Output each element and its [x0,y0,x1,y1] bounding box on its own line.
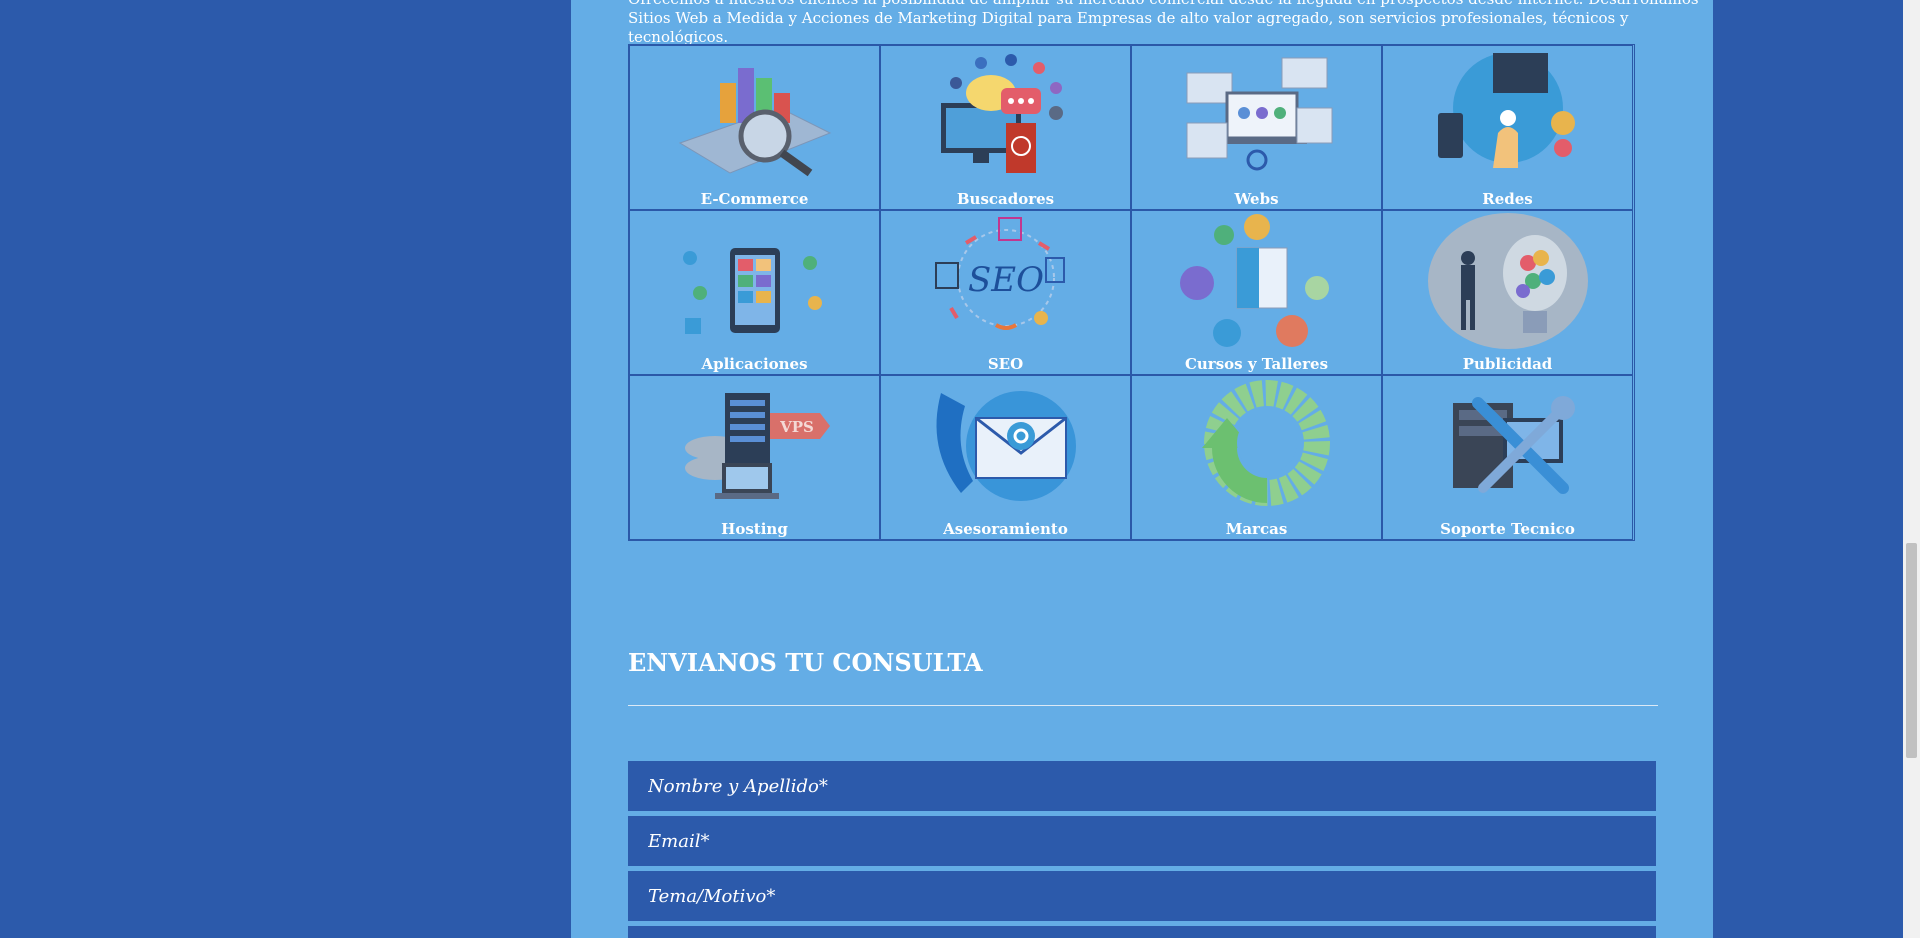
hosting-icon: VPS [684,393,830,499]
seo-icon-text: SEO [968,260,1044,300]
main-content: Ofrecemos a nuestros clientes la posibil… [571,0,1713,938]
service-label: Webs [1234,190,1279,208]
service-publicidad[interactable]: Publicidad [1382,210,1633,375]
search-engines-icon [940,54,1063,173]
service-cursos[interactable]: Cursos y Talleres [1131,210,1382,375]
intro-paragraph: Ofrecemos a nuestros clientes la posibil… [628,0,1699,46]
contact-section-title: ENVIANOS TU CONSULTA [628,648,983,677]
apps-icon [682,248,822,334]
message-field[interactable] [628,926,1656,938]
courses-icon [1179,214,1329,347]
service-ecommerce[interactable]: E-Commerce [629,45,880,210]
service-webs[interactable]: Webs [1131,45,1382,210]
service-label: Hosting [721,520,788,538]
service-hosting[interactable]: VPS Hosting [629,375,880,540]
subject-field[interactable] [628,871,1656,921]
service-label: Asesoramiento [943,520,1068,538]
email-field[interactable] [628,816,1656,866]
vps-badge-text: VPS [779,418,814,436]
service-label: SEO [987,355,1024,373]
service-label: Buscadores [956,190,1055,208]
service-redes[interactable]: Redes [1382,45,1633,210]
service-seo[interactable]: SEO SEO [880,210,1131,375]
service-aplicaciones[interactable]: Aplicaciones [629,210,880,375]
ecommerce-icon [678,68,831,177]
service-label: Cursos y Talleres [1184,355,1329,373]
brands-icon [1201,380,1330,506]
service-label: Publicidad [1462,355,1553,373]
service-label: Soporte Tecnico [1440,520,1575,538]
name-field[interactable] [628,761,1656,811]
service-marcas[interactable]: Marcas [1131,375,1382,540]
tech-support-icon [1452,396,1575,494]
scrollbar-thumb[interactable] [1906,543,1917,758]
service-soporte[interactable]: Soporte Tecnico [1382,375,1633,540]
title-divider [628,705,1658,706]
service-label: Redes [1482,190,1533,208]
services-grid: E-Commerce Buscadores Webs Redes Aplicac… [628,44,1635,541]
service-asesoramiento[interactable]: Asesoramiento [880,375,1131,540]
advertising-icon [1427,213,1588,349]
service-buscadores[interactable]: Buscadores [880,45,1131,210]
service-label: Aplicaciones [701,355,808,373]
networks-icon [1437,53,1575,168]
page-scrollbar[interactable] [1903,0,1920,938]
service-label: E-Commerce [700,190,809,208]
service-label: Marcas [1225,520,1288,538]
websites-icon [1186,57,1332,171]
seo-icon: SEO [934,217,1065,330]
consulting-icon [936,391,1076,501]
